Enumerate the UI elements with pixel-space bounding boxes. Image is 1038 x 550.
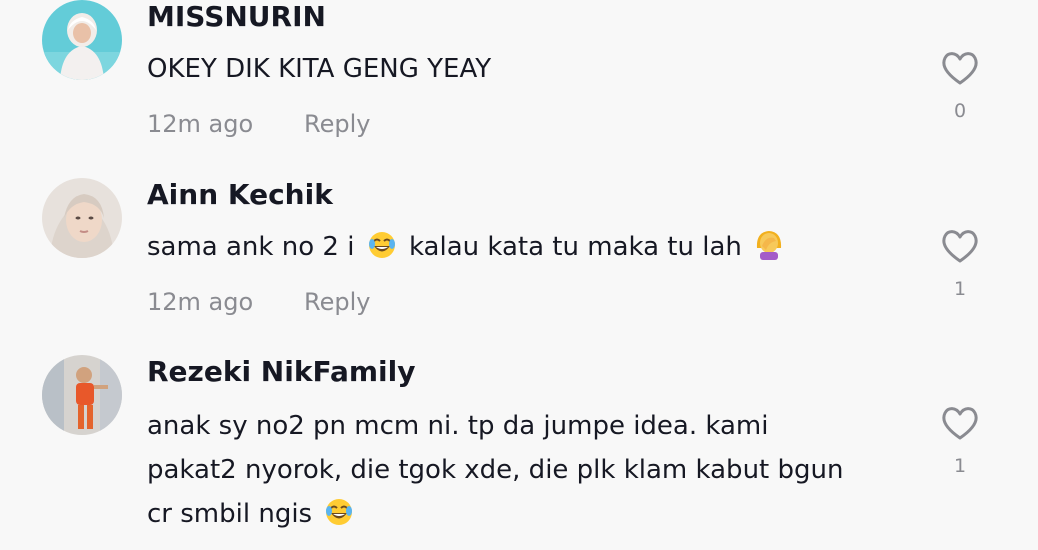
face-with-tears-of-joy-icon — [324, 497, 354, 541]
comment-text-line: pakat2 nyorok, die tgok xde, die plk kla… — [147, 455, 844, 485]
comment-meta: 12m ago Reply — [147, 288, 370, 316]
reply-button[interactable]: Reply — [304, 110, 370, 138]
comment-text-part: kalau kata tu maka tu lah — [408, 232, 742, 262]
like-count: 1 — [953, 278, 967, 300]
woman-facepalming-icon — [754, 228, 784, 274]
comment-text-line: anak sy no2 pn mcm ni. tp da jumpe idea.… — [147, 411, 769, 441]
comment-text-line: OKEY DIK KITA GENG YEAY — [147, 54, 492, 84]
comment-text-line: sama ank no 2 i kalau kata tu maka tu la… — [147, 225, 907, 274]
comment-meta: 12m ago Reply — [147, 110, 370, 138]
reply-button[interactable]: Reply — [304, 288, 370, 316]
like-button[interactable]: 0 — [940, 50, 980, 122]
comment-text-part: cr smbil ngis — [147, 499, 313, 529]
like-button[interactable]: 1 — [940, 405, 980, 477]
comment-username[interactable]: Ainn Kechik — [147, 178, 333, 211]
comment-text: sama ank no 2 i kalau kata tu maka tu la… — [147, 225, 907, 274]
comment-text-line: cr smbil ngis — [147, 492, 907, 541]
face-with-tears-of-joy-icon — [367, 230, 397, 274]
comment-username[interactable]: Rezeki NikFamily — [147, 355, 415, 388]
avatar[interactable] — [42, 355, 122, 435]
heart-outline-icon[interactable] — [940, 50, 980, 86]
heart-outline-icon[interactable] — [940, 405, 980, 441]
avatar[interactable] — [42, 178, 122, 258]
comment-text-part: sama ank no 2 i — [147, 232, 355, 262]
comment-timestamp: 12m ago — [147, 110, 254, 138]
like-button[interactable]: 1 — [940, 228, 980, 300]
heart-outline-icon[interactable] — [940, 228, 980, 264]
comment-text: OKEY DIK KITA GENG YEAY — [147, 47, 907, 91]
like-count: 0 — [953, 100, 967, 122]
avatar[interactable] — [42, 0, 122, 80]
comment-username[interactable]: MISSNURIN — [147, 0, 326, 33]
comment-list: MISSNURIN OKEY DIK KITA GENG YEAY 12m ag… — [0, 0, 1038, 550]
comment-timestamp: 12m ago — [147, 288, 254, 316]
like-count: 1 — [953, 455, 967, 477]
comment-text: anak sy no2 pn mcm ni. tp da jumpe idea.… — [147, 404, 907, 541]
